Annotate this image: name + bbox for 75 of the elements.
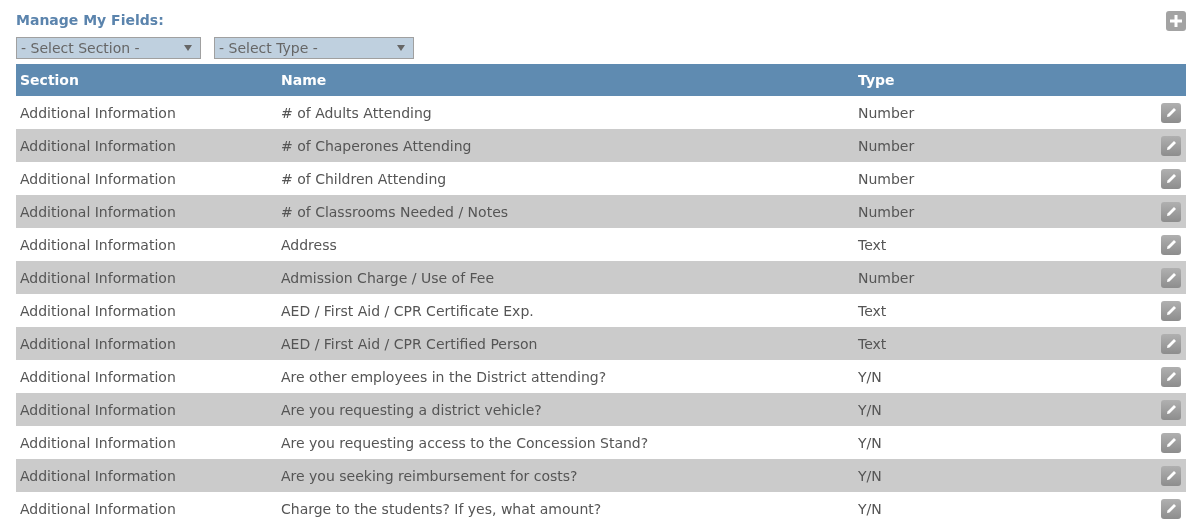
table-cell-text: # of Classrooms Needed / Notes — [280, 203, 510, 220]
edit-button[interactable] — [1161, 234, 1181, 255]
dropdown[interactable]: - Select Section - — [16, 37, 201, 59]
table-cell-text: Text — [857, 236, 888, 253]
column-header: Type — [857, 72, 896, 88]
edit-button[interactable] — [1161, 267, 1181, 288]
table-cell-text: Are you requesting access to the Concession Stand? — [280, 434, 650, 451]
pencil-icon — [1165, 107, 1177, 118]
pencil-icon — [1165, 371, 1177, 382]
table-cell-text: Address — [280, 236, 338, 253]
table-cell-text: Number — [857, 170, 916, 187]
table-cell-text: Charge to the students? If yes, what amount? — [280, 500, 603, 517]
pencil-icon — [1165, 140, 1177, 151]
table-cell-text: Additional Information — [19, 500, 177, 517]
edit-button[interactable] — [1161, 465, 1181, 486]
table-cell-text: Y/N — [857, 434, 883, 451]
pencil-icon — [1165, 470, 1177, 481]
table-cell-text: Additional Information — [19, 302, 177, 319]
edit-button[interactable] — [1161, 102, 1181, 123]
page-title: Manage My Fields: — [16, 12, 164, 28]
edit-button[interactable] — [1161, 333, 1181, 354]
edit-button[interactable] — [1161, 498, 1181, 519]
caret-icon — [184, 45, 192, 51]
table-cell-text: Additional Information — [19, 203, 177, 220]
table-cell-text: Y/N — [857, 467, 883, 484]
pencil-icon — [1165, 437, 1177, 448]
table-cell-text: Number — [857, 104, 916, 121]
table-cell-text: Admission Charge / Use of Fee — [280, 269, 496, 286]
table-cell-text: Number — [857, 269, 916, 286]
table-cell-text: Y/N — [857, 368, 883, 385]
edit-button[interactable] — [1161, 399, 1181, 420]
table-cell-text: Additional Information — [19, 368, 177, 385]
pencil-icon — [1165, 173, 1177, 184]
edit-button[interactable] — [1161, 366, 1181, 387]
table-cell-text: Y/N — [857, 401, 883, 418]
caret-icon — [397, 45, 405, 51]
table-cell-text: Additional Information — [19, 170, 177, 187]
table-cell-text: Are other employees in the District attending? — [280, 368, 608, 385]
pencil-icon — [1165, 338, 1177, 349]
edit-button[interactable] — [1161, 135, 1181, 156]
edit-button[interactable] — [1161, 168, 1181, 189]
edit-button[interactable] — [1161, 432, 1181, 453]
table-cell-text: AED / First Aid / CPR Certified Person — [280, 335, 539, 352]
pencil-icon — [1165, 239, 1177, 250]
table-cell-text: # of Adults Attending — [280, 104, 433, 121]
table-cell-text: Text — [857, 302, 888, 319]
column-header: Name — [280, 72, 328, 88]
table-cell-text: Number — [857, 137, 916, 154]
table-cell-text: Additional Information — [19, 104, 177, 121]
pencil-icon — [1165, 503, 1177, 514]
table-cell-text: # of Children Attending — [280, 170, 448, 187]
pencil-icon — [1165, 305, 1177, 316]
table-cell-text: # of Chaperones Attending — [280, 137, 473, 154]
table-cell-text: Y/N — [857, 500, 883, 517]
edit-button[interactable] — [1161, 300, 1181, 321]
table-cell-text: Additional Information — [19, 269, 177, 286]
add-button[interactable] — [1166, 11, 1186, 31]
pencil-icon — [1165, 272, 1177, 283]
table-cell-text: Are you seeking reimbursement for costs? — [280, 467, 579, 484]
plus-icon — [1170, 15, 1182, 27]
table-cell-text: Additional Information — [19, 236, 177, 253]
table-cell-text: Additional Information — [19, 467, 177, 484]
table-cell-text: Text — [857, 335, 888, 352]
column-header: Section — [19, 72, 80, 88]
table-cell-text: Number — [857, 203, 916, 220]
dropdown[interactable]: - Select Type - — [214, 37, 414, 59]
table-cell-text: Additional Information — [19, 137, 177, 154]
edit-button[interactable] — [1161, 201, 1181, 222]
table-cell-text: AED / First Aid / CPR Certificate Exp. — [280, 302, 535, 319]
pencil-icon — [1165, 206, 1177, 217]
table-cell-text: Additional Information — [19, 401, 177, 418]
table-cell-text: Are you requesting a district vehicle? — [280, 401, 543, 418]
table-cell-text: Additional Information — [19, 434, 177, 451]
table-cell-text: Additional Information — [19, 335, 177, 352]
pencil-icon — [1165, 404, 1177, 415]
